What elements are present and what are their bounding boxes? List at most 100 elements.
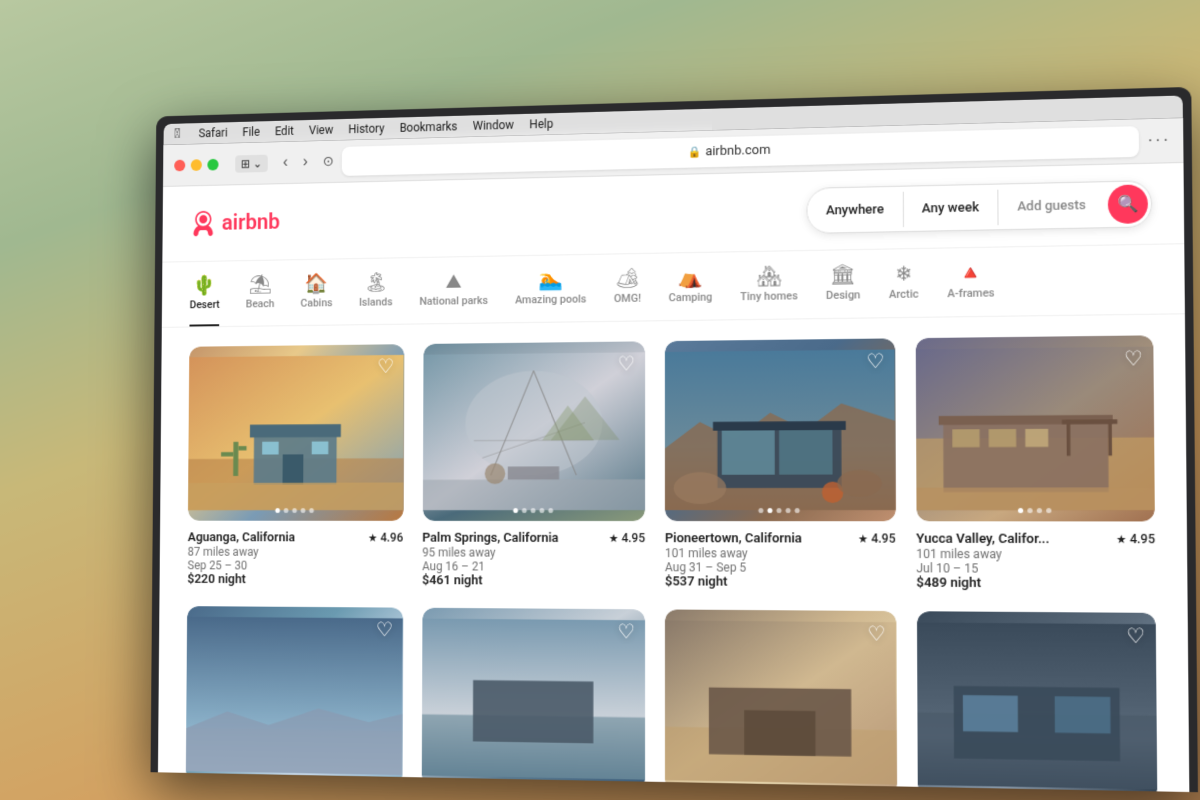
dot-4-3: [1036, 508, 1041, 513]
star-icon-1: ★: [368, 531, 377, 544]
dots-button[interactable]: ···: [1147, 131, 1170, 150]
history-menu[interactable]: History: [348, 122, 384, 137]
bookmarks-menu[interactable]: Bookmarks: [400, 120, 458, 135]
wishlist-button-7[interactable]: ♡: [867, 621, 885, 647]
design-label: Design: [826, 288, 860, 302]
camping-label: Camping: [669, 291, 713, 305]
airbnb-logo-icon: [190, 210, 216, 237]
tiny-homes-label: Tiny homes: [740, 289, 797, 303]
forward-button[interactable]: ›: [297, 151, 313, 173]
listing-card-3[interactable]: ♡ Pion: [665, 338, 896, 590]
rating-value-3: 4.95: [871, 531, 895, 545]
islands-label: Islands: [359, 295, 393, 308]
listing-info-4: Yucca Valley, Califor... 101 miles away …: [916, 531, 1155, 592]
listing-distance-3: 101 miles away: [665, 546, 858, 561]
listing-photo-svg-3: [665, 338, 896, 521]
back-button[interactable]: ‹: [277, 152, 293, 174]
listing-price-2: $461 night: [422, 573, 609, 589]
search-bar: Anywhere Any week Add guests 🔍: [807, 180, 1153, 234]
dot-1-4: [301, 508, 306, 513]
window-menu[interactable]: Window: [473, 118, 514, 133]
macbook-frame:  Safari File Edit View History Bookmark…: [151, 87, 1198, 792]
screen-bezel:  Safari File Edit View History Bookmark…: [158, 95, 1189, 792]
category-tab-tiny-homes[interactable]: 🏘 Tiny homes: [740, 251, 798, 319]
apple-menu[interactable]: : [174, 126, 180, 141]
search-any-week[interactable]: Any week: [903, 189, 998, 226]
listing-card-7[interactable]: ♡: [665, 609, 897, 792]
listing-image-6: ♡: [421, 608, 645, 791]
close-button[interactable]: [174, 159, 185, 171]
listings-grid-row2: ♡: [186, 606, 1158, 792]
wishlist-button-3[interactable]: ♡: [866, 349, 884, 374]
category-tab-desert[interactable]: 🌵 Desert: [189, 262, 220, 327]
search-icon: 🔍: [1117, 194, 1138, 215]
listing-location-2: Palm Springs, California: [422, 531, 609, 546]
search-button[interactable]: 🔍: [1108, 184, 1148, 224]
wishlist-button-8[interactable]: ♡: [1126, 623, 1145, 649]
arctic-label: Arctic: [889, 287, 919, 301]
image-dots-2: [513, 508, 553, 513]
browser-window: ⊞ ⌄ ‹ › ⊙ 🔒 airbnb.com ···: [158, 118, 1189, 792]
wishlist-button-4[interactable]: ♡: [1124, 346, 1143, 372]
listing-distance-1: 87 miles away: [188, 545, 368, 559]
shield-button[interactable]: ⊙: [323, 153, 334, 170]
arctic-icon: ❄: [895, 263, 912, 283]
listing-photo-1: [188, 344, 404, 521]
dot-1-2: [284, 508, 289, 513]
islands-icon: 🏝: [364, 272, 388, 292]
cabins-icon: 🏠: [305, 273, 329, 293]
file-menu[interactable]: File: [242, 125, 260, 139]
listing-card-4[interactable]: ♡ Yucca Valley, Califor..: [915, 335, 1155, 592]
airbnb-logo[interactable]: airbnb: [190, 208, 280, 237]
view-menu[interactable]: View: [309, 123, 333, 137]
rating-value-4: 4.95: [1130, 532, 1155, 547]
category-tab-arctic[interactable]: ❄ Arctic: [889, 249, 919, 317]
beach-icon: ⛱: [248, 274, 272, 294]
listing-card-2[interactable]: ♡ Palm: [422, 341, 645, 589]
help-menu[interactable]: Help: [529, 117, 553, 131]
listing-info-1: Aguanga, California 87 miles away Sep 25…: [187, 530, 403, 587]
category-tab-design[interactable]: 🏛 Design: [826, 250, 861, 318]
nav-buttons: ‹ ›: [277, 151, 313, 173]
listing-card-1[interactable]: ♡ Agua: [187, 344, 404, 588]
dot-3-4: [786, 508, 791, 513]
listing-card-5[interactable]: ♡: [186, 606, 403, 792]
wishlist-button-1[interactable]: ♡: [377, 354, 394, 379]
category-tab-national-parks[interactable]: ⛰ National parks: [419, 257, 488, 324]
wishlist-button-5[interactable]: ♡: [376, 617, 393, 642]
tiny-homes-icon: 🏘: [756, 265, 782, 285]
safari-menu[interactable]: Safari: [199, 126, 228, 140]
listing-rating-2: ★ 4.95: [609, 531, 645, 545]
star-icon-3: ★: [858, 532, 868, 545]
tab-switcher[interactable]: ⊞ ⌄: [235, 154, 268, 172]
category-tab-omg[interactable]: 🏕 OMG!: [614, 254, 641, 321]
listings-area: ♡ Agua: [158, 314, 1189, 792]
category-tab-beach[interactable]: ⛱ Beach: [246, 261, 275, 326]
category-tab-amazing-pools[interactable]: 🏊 Amazing pools: [515, 255, 586, 322]
listing-image-4: ♡: [915, 335, 1155, 521]
category-tab-cabins[interactable]: 🏠 Cabins: [300, 260, 332, 326]
listing-card-8[interactable]: ♡: [916, 611, 1157, 792]
wishlist-button-6[interactable]: ♡: [617, 619, 635, 644]
category-tab-a-frames[interactable]: 🔺 A-frames: [947, 248, 995, 317]
wishlist-button-2[interactable]: ♡: [618, 351, 636, 376]
maximize-button[interactable]: [207, 158, 218, 170]
star-icon-4: ★: [1116, 532, 1127, 545]
dot-2-4: [539, 508, 544, 513]
listing-card-6[interactable]: ♡: [421, 608, 645, 792]
edit-menu[interactable]: Edit: [275, 124, 294, 138]
search-anywhere[interactable]: Anywhere: [808, 191, 904, 228]
search-guests[interactable]: Add guests: [999, 187, 1105, 225]
category-tab-islands[interactable]: 🏝 Islands: [359, 258, 393, 324]
national-parks-label: National parks: [419, 294, 488, 308]
listing-rating-4: ★ 4.95: [1116, 532, 1155, 547]
minimize-button[interactable]: [191, 159, 202, 171]
tab-chevron-icon: ⌄: [253, 156, 262, 170]
a-frames-icon: 🔺: [958, 262, 984, 283]
category-tab-camping[interactable]: ⛺ Camping: [669, 253, 713, 320]
tab-icon: ⊞: [241, 157, 250, 171]
listing-price-4: $489 night: [916, 575, 1116, 591]
star-icon-2: ★: [609, 532, 619, 545]
dot-2-1: [513, 508, 518, 513]
listing-details-3: Pioneertown, California 101 miles away A…: [665, 531, 858, 590]
